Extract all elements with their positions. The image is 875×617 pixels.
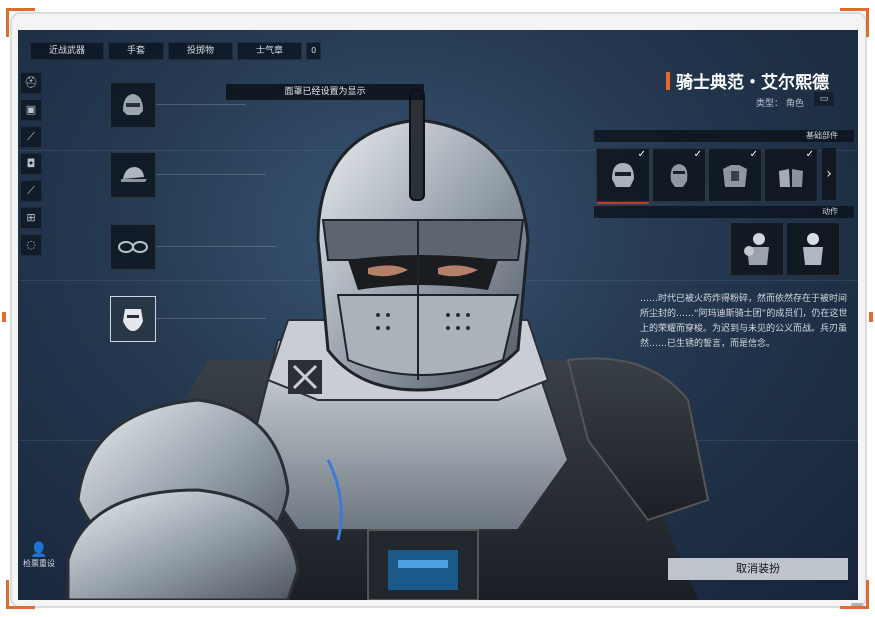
helmet-icon: [612, 163, 634, 187]
glasses-icon: [118, 241, 148, 253]
mask-icon: [123, 309, 143, 331]
cancel-outfit-button[interactable]: 取消装扮: [668, 558, 848, 580]
visibility-notice: 面罩已经设置为显示: [226, 84, 424, 100]
slot-cap[interactable]: [110, 152, 156, 198]
next-arrow-icon[interactable]: ›: [822, 148, 836, 200]
selected-underline: [597, 202, 649, 204]
type-value: 角色: [785, 99, 804, 109]
actions-section-header: 动作: [594, 206, 854, 218]
character-description: ……时代已被火药炸得粉碎，然而依然存在于被时间所尘封的……“阿玛迪斯骑士团”的成…: [640, 294, 848, 349]
part-gloves[interactable]: ✓: [764, 148, 818, 202]
edge-marker: [2, 312, 6, 322]
reset-button[interactable]: 👤 检票重设: [22, 542, 56, 569]
category-rail: ⛑ ▣ ⟋ ◘ ⟋ ⊞ ◌: [20, 72, 42, 256]
tab-melee-weapon[interactable]: 近战武器: [30, 42, 105, 60]
equipment-tabs: 近战武器 手套 投掷物 士气章 0: [30, 42, 322, 60]
part-armor[interactable]: ✓: [708, 148, 762, 202]
action-emote-1[interactable]: [730, 222, 784, 276]
tab-gloves[interactable]: 手套: [108, 42, 165, 60]
tab-count: 0: [306, 42, 322, 60]
part-head[interactable]: ✓: [652, 148, 706, 202]
vest-icon[interactable]: ▣: [20, 99, 42, 121]
action-emote-2[interactable]: [786, 222, 840, 276]
slot-glasses[interactable]: [110, 224, 156, 270]
page-indicator: [851, 603, 863, 606]
knife-icon[interactable]: ⟋: [20, 126, 42, 148]
character-name: 骑士典范・艾尔熙德: [676, 73, 829, 93]
character-type: 类型： 角色: [756, 96, 804, 109]
circle-icon[interactable]: ◌: [20, 234, 42, 256]
part-helmet[interactable]: ✓: [596, 148, 650, 204]
title-accent-bar: [666, 72, 670, 90]
slot-mask[interactable]: [110, 296, 156, 342]
helmet-icon[interactable]: ⛑: [20, 72, 42, 94]
cap-icon: [121, 167, 147, 182]
type-label: 类型：: [756, 99, 784, 109]
tab-throwables[interactable]: 投掷物: [168, 42, 234, 60]
tab-morale-badge[interactable]: 士气章: [237, 42, 303, 60]
armor-icon: [723, 165, 747, 187]
gloves-icon: [779, 169, 803, 187]
plus-box-icon[interactable]: ⊞: [20, 207, 42, 229]
game-screen: 近战武器 手套 投掷物 士气章 0 ⛑ ▣ ⟋ ◘ ⟋ ⊞ ◌ 面罩已经设置为显…: [18, 30, 858, 600]
slot-helmet[interactable]: [110, 82, 156, 128]
emote-figure-icon: [803, 233, 823, 265]
user-reset-icon: 👤: [30, 542, 48, 558]
helmet-icon: [123, 94, 143, 115]
parts-section-header: 基础部件: [594, 130, 854, 142]
backpack-icon[interactable]: ◘: [20, 153, 42, 175]
head-icon: [670, 164, 688, 187]
edge-marker: [869, 312, 873, 322]
emote-figure-icon: [744, 233, 769, 265]
camera-icon[interactable]: ▭: [814, 92, 834, 106]
reset-label: 检票重设: [23, 559, 55, 568]
knife-icon[interactable]: ⟋: [20, 180, 42, 202]
